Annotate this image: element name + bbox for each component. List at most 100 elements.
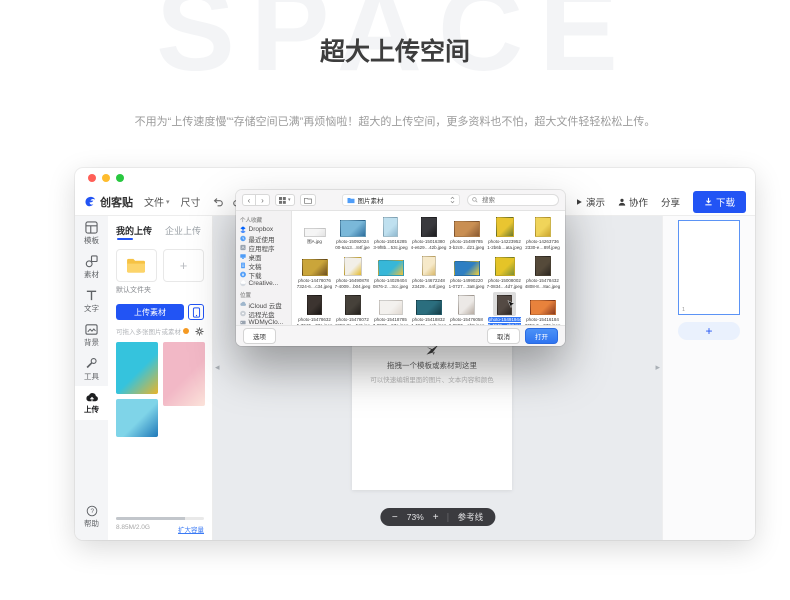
file-name: photo-15008002 7-0834…4d7.jpeg bbox=[487, 278, 523, 290]
file-item[interactable]: photo-15418785 7-8087…67e.jpeg bbox=[372, 292, 409, 329]
sidebar-item-background[interactable]: 背景 bbox=[75, 318, 108, 352]
file-thumbnail bbox=[417, 214, 441, 238]
sidebar-item-tools[interactable]: 工具 bbox=[75, 352, 108, 386]
file-thumbnail bbox=[375, 292, 407, 316]
file-item[interactable]: photo-14029404 0876-2…3cc.jpeg bbox=[372, 253, 409, 290]
file-thumbnail bbox=[418, 253, 440, 277]
close-button[interactable] bbox=[88, 174, 96, 182]
file-item-selected[interactable]: photo-15491944 8-4049…4b3.jpeg bbox=[486, 292, 523, 329]
search-field[interactable] bbox=[467, 194, 559, 206]
file-item[interactable]: photo-15478072 1958-7c…5c5.jpeg bbox=[334, 292, 371, 329]
file-item[interactable]: photo-15476058 2-0807…ab8.jpeg bbox=[448, 292, 485, 329]
mobile-upload-button[interactable] bbox=[188, 304, 204, 320]
person-icon bbox=[618, 198, 626, 206]
play-icon bbox=[575, 198, 583, 206]
downloads-icon bbox=[240, 271, 246, 278]
sidebar-location-item[interactable]: A应用程序 bbox=[240, 243, 287, 252]
file-item[interactable]: photo-14672248 23429…64f.jpeg bbox=[410, 253, 447, 290]
sidebar-location-item[interactable]: 下载 bbox=[240, 270, 287, 279]
new-folder-button[interactable] bbox=[300, 194, 316, 206]
file-item[interactable]: photo-15008002 7-0834…4d7.jpeg bbox=[486, 253, 523, 290]
forward-button[interactable]: › bbox=[256, 194, 270, 206]
collapse-right-panel-arrow[interactable]: ▸ bbox=[655, 363, 660, 372]
upload-material-button[interactable]: 上传素材 bbox=[116, 304, 184, 320]
file-item[interactable]: photo-15092024 00-6a13…84f.jpeg bbox=[334, 214, 371, 251]
location-item-label: 下载 bbox=[249, 270, 262, 280]
menubar-actions: 演示协作分享下载 bbox=[575, 191, 746, 213]
file-item[interactable]: photo-15478432 4808-8…8ac.jpeg bbox=[524, 253, 561, 290]
file-item[interactable]: photo-15416184 3752-3…372.jpeg bbox=[524, 292, 561, 329]
file-menu[interactable]: 文件 ▾ bbox=[144, 194, 170, 209]
location-dropdown[interactable]: 图片素材 bbox=[342, 194, 460, 206]
fullscreen-button[interactable] bbox=[116, 174, 124, 182]
rollercoaster-photo[interactable] bbox=[116, 342, 158, 394]
tab-enterprise-uploads[interactable]: 企业上传 bbox=[165, 224, 201, 240]
collaborate-button[interactable]: 协作 bbox=[618, 195, 648, 209]
sidebar-location-item[interactable]: 远程光盘 bbox=[240, 309, 287, 318]
file-item[interactable]: photo-14990220 1-0727…3a8.jpeg bbox=[448, 253, 485, 290]
file-item[interactable]: photo-15016380 4-e629…42b.jpeg bbox=[410, 214, 447, 251]
storage-section: 8.85M/2.0G 扩大容量 bbox=[116, 517, 204, 534]
share-button[interactable]: 分享 bbox=[661, 195, 680, 209]
options-button[interactable]: 选项 bbox=[243, 328, 276, 344]
sidebar-item-materials[interactable]: 素材 bbox=[75, 250, 108, 284]
sidebar-item-label: 背景 bbox=[84, 337, 99, 348]
collapse-left-panel-arrow[interactable]: ◂ bbox=[215, 363, 220, 372]
file-name: photo-14029404 0876-2…3cc.jpeg bbox=[373, 278, 409, 290]
sidebar-location-item[interactable]: 桌面 bbox=[240, 252, 287, 261]
file-item[interactable]: photo-15478632 5-7347…73a.jpeg bbox=[296, 292, 333, 329]
file-item[interactable]: photo-15418832 4-4743…cab.jpeg bbox=[410, 292, 447, 329]
page-subtitle: 不用为“上传速度慢”“存储空间已满”再烦恼啦！超大的上传空间，更多资料也不怕，超… bbox=[0, 113, 790, 129]
file-name: photo-15016380 4-e629…42b.jpeg bbox=[411, 239, 447, 251]
download-button[interactable]: 下载 bbox=[693, 191, 746, 213]
file-name: photo-15016285 3-9f8b…53c.jpeg bbox=[373, 239, 409, 251]
info-icon bbox=[183, 328, 189, 334]
file-item[interactable]: photo-14478076 7324-6…c34.jpeg bbox=[296, 253, 333, 290]
sidebar-location-item[interactable]: WDMyClo... bbox=[240, 318, 287, 325]
guides-toggle[interactable]: 参考线 bbox=[458, 511, 484, 523]
location-item-label: 远程光盘 bbox=[249, 309, 275, 319]
upgrade-storage-link[interactable]: 扩大容量 bbox=[178, 524, 204, 534]
present-button[interactable]: 演示 bbox=[575, 195, 605, 209]
sidebar-item-upload[interactable]: 上传 bbox=[75, 386, 108, 420]
default-folder-card[interactable] bbox=[116, 249, 157, 282]
upload-tabs: 我的上传企业上传 bbox=[116, 224, 204, 240]
file-item[interactable]: photo-16490878 7-4009…b04.jpeg bbox=[334, 253, 371, 290]
dialog-sidebar: 个人收藏Dropbox最近使用A应用程序桌面文稿下载Creative...位置i… bbox=[236, 211, 292, 325]
file-name: photo-15489785 3-b2c9…d21.jpeg bbox=[449, 239, 485, 251]
cancel-button[interactable]: 取消 bbox=[487, 328, 520, 344]
size-menu[interactable]: 尺寸 bbox=[181, 194, 201, 209]
open-button[interactable]: 打开 bbox=[525, 328, 558, 344]
sidebar-item-text[interactable]: 文字 bbox=[75, 284, 108, 318]
zoom-in-button[interactable]: + bbox=[433, 512, 439, 523]
background-icon bbox=[85, 323, 98, 336]
svg-text:A: A bbox=[242, 245, 245, 250]
back-button[interactable]: ‹ bbox=[242, 194, 256, 206]
undo-icon[interactable] bbox=[212, 196, 224, 208]
sidebar-item-templates[interactable]: 模板 bbox=[75, 216, 108, 250]
share-label: 分享 bbox=[661, 195, 680, 209]
search-input[interactable] bbox=[480, 196, 554, 205]
sidebar-location-item[interactable]: Creative... bbox=[240, 279, 287, 288]
page-number: 1 bbox=[682, 307, 685, 313]
sidebar-location-item[interactable]: 文稿 bbox=[240, 261, 287, 270]
file-name: photo-15478432 4808-8…8ac.jpeg bbox=[525, 278, 561, 290]
add-page-button[interactable]: + bbox=[678, 322, 740, 340]
gear-icon[interactable] bbox=[195, 327, 204, 336]
file-item[interactable]: photo-14223952 1-2b6b…ata.jpeg bbox=[486, 214, 523, 251]
page-thumbnail[interactable]: 1 bbox=[678, 220, 740, 315]
zoom-out-button[interactable]: − bbox=[392, 512, 398, 523]
ocean-island-photo[interactable] bbox=[116, 399, 158, 437]
view-mode-button[interactable]: ▾ bbox=[275, 194, 295, 206]
minimize-button[interactable] bbox=[102, 174, 110, 182]
file-thumbnail bbox=[374, 253, 408, 277]
window-titlebar bbox=[75, 168, 755, 188]
add-folder-card[interactable]: + bbox=[163, 249, 204, 282]
file-item[interactable]: photo-14263736 2330-e…89f.jpeg bbox=[524, 214, 561, 251]
icecream-hand-photo[interactable] bbox=[163, 342, 205, 406]
file-item[interactable]: photo-15489785 3-b2c9…d21.jpeg bbox=[448, 214, 485, 251]
tab-my-uploads[interactable]: 我的上传 bbox=[116, 224, 152, 240]
sidebar-item-help[interactable]: ?帮助 bbox=[75, 500, 108, 534]
file-item[interactable]: 图A.jpg bbox=[296, 214, 333, 251]
file-item[interactable]: photo-15016285 3-9f8b…53c.jpeg bbox=[372, 214, 409, 251]
